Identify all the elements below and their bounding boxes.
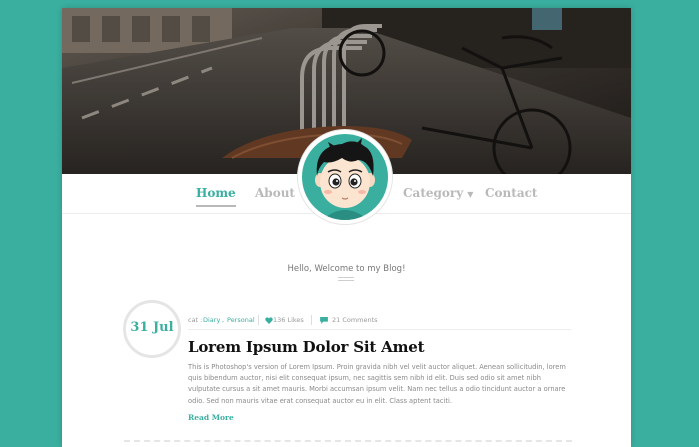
- meta-divider: [311, 315, 312, 325]
- welcome-divider: [338, 277, 354, 281]
- nav-home-label: Home: [196, 186, 236, 200]
- meta-divider: [258, 315, 259, 325]
- comments-count: 21 Comments: [332, 316, 378, 324]
- category-link-diary[interactable]: Diary: [203, 316, 220, 324]
- nav-contact-label: Contact: [485, 186, 538, 200]
- nav-category-label: Category: [403, 186, 464, 200]
- avatar[interactable]: [298, 130, 392, 224]
- nav-active-underline: [196, 205, 236, 207]
- post-meta: cat : Diary , Personal 136 Likes 21 Comm…: [188, 315, 571, 330]
- likes-count: 136 Likes: [273, 316, 304, 324]
- page-container: Home About Category ▼ Contact Hello, Wel…: [62, 8, 631, 447]
- comments-group[interactable]: 21 Comments: [320, 316, 378, 324]
- post-title[interactable]: Lorem Ipsum Dolor Sit Amet: [188, 338, 425, 356]
- post-body: This is Photoshop's version of Lorem Ips…: [188, 363, 566, 405]
- category-separator: ,: [222, 316, 225, 324]
- caret-down-icon: ▼: [467, 189, 474, 199]
- nav-category[interactable]: Category ▼: [403, 186, 473, 200]
- nav-about[interactable]: About: [255, 186, 295, 200]
- category-prefix: cat :: [188, 316, 203, 324]
- meta-underline: [188, 329, 571, 330]
- nav-home[interactable]: Home: [196, 186, 236, 207]
- post-date: 31 Jul: [130, 320, 174, 335]
- heart-icon: [265, 316, 273, 324]
- avatar-cartoon-icon: [315, 138, 375, 220]
- nav-contact[interactable]: Contact: [485, 186, 537, 200]
- comment-icon: [320, 316, 328, 324]
- post-date-badge: 31 Jul: [123, 300, 181, 358]
- post-separator: [124, 440, 572, 442]
- welcome-text: Hello, Welcome to my Blog!: [287, 264, 406, 274]
- likes-group[interactable]: 136 Likes: [265, 316, 304, 324]
- category-link-personal[interactable]: Personal: [227, 316, 255, 324]
- read-more-link[interactable]: Read More: [188, 413, 234, 422]
- nav-about-label: About: [255, 186, 295, 200]
